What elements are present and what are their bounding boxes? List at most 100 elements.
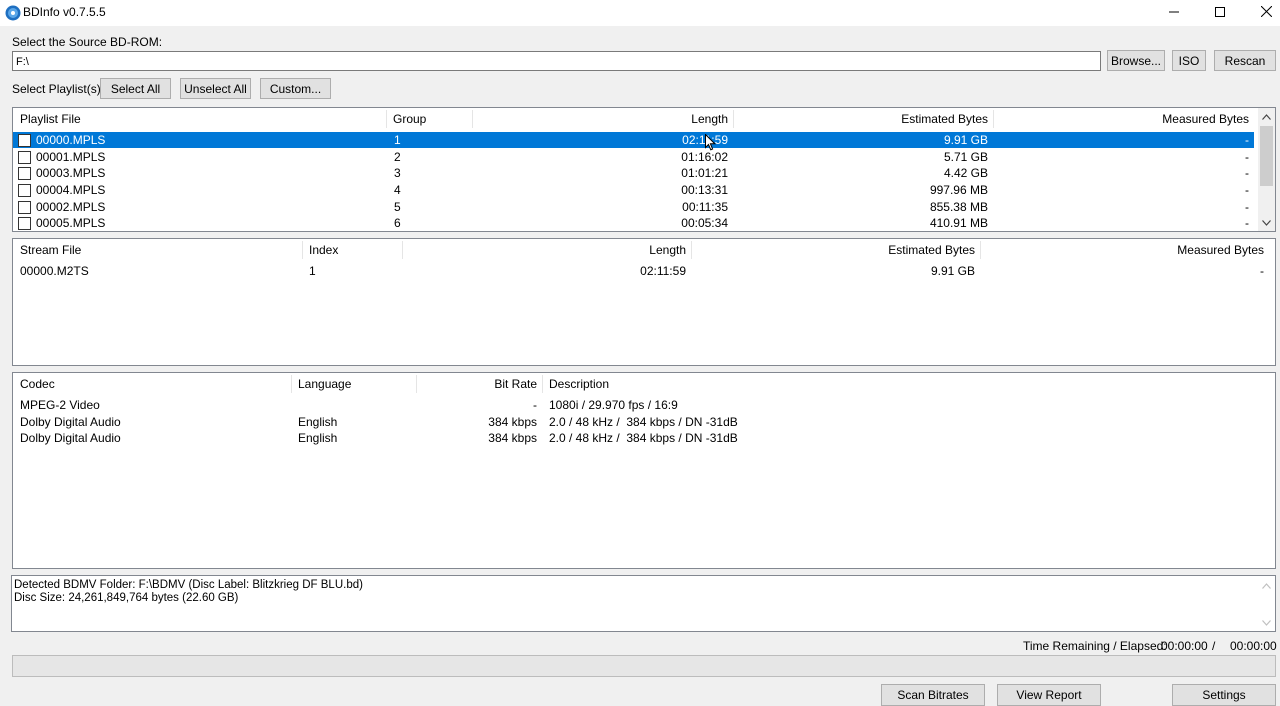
stream-row[interactable]: 00000.M2TS 1 02:11:59 9.91 GB - — [13, 263, 1275, 279]
stream-estimated: 9.91 GB — [930, 264, 975, 278]
col-stream-measured-bytes[interactable]: Measured Bytes — [981, 239, 1264, 261]
codec-description: 2.0 / 48 kHz / 384 kbps / DN -31dB — [549, 415, 738, 429]
log-scroll-down-icon[interactable] — [1258, 614, 1275, 631]
close-icon — [1260, 5, 1272, 20]
codec-row[interactable]: MPEG-2 Video - 1080i / 29.970 fps / 16:9 — [13, 397, 1275, 413]
playlist-file: 00000.MPLS — [36, 133, 106, 147]
view-report-button[interactable]: View Report — [997, 684, 1101, 706]
scan-bitrates-button[interactable]: Scan Bitrates — [881, 684, 985, 706]
col-bit-rate[interactable]: Bit Rate — [417, 373, 537, 395]
select-all-button[interactable]: Select All — [100, 78, 171, 99]
playlist-row[interactable]: 00005.MPLS 6 00:05:34 410.91 MB - — [13, 215, 1254, 231]
codec-row[interactable]: Dolby Digital Audio English 384 kbps 2.0… — [13, 414, 1275, 430]
playlist-estimated: 855.38 MB — [929, 200, 988, 214]
playlist-file: 00001.MPLS — [36, 150, 106, 164]
stream-index: 1 — [309, 264, 316, 278]
codec-name: MPEG-2 Video — [20, 398, 100, 412]
unselect-all-button[interactable]: Unselect All — [180, 78, 251, 99]
col-stream-length[interactable]: Length — [403, 239, 686, 261]
playlist-file: 00005.MPLS — [36, 216, 106, 230]
playlist-row[interactable]: 00003.MPLS 3 01:01:21 4.42 GB - — [13, 165, 1254, 181]
playlist-checkbox[interactable] — [18, 167, 31, 180]
minimize-button[interactable] — [1151, 0, 1197, 26]
codec-row[interactable]: Dolby Digital Audio English 384 kbps 2.0… — [13, 430, 1275, 446]
playlist-row[interactable]: 00002.MPLS 5 00:11:35 855.38 MB - — [13, 199, 1254, 215]
codec-language: English — [298, 431, 338, 445]
close-button[interactable] — [1243, 0, 1280, 26]
log-scroll-up-icon[interactable] — [1258, 577, 1275, 594]
log-line: Disc Size: 24,261,849,764 bytes (22.60 G… — [14, 592, 239, 604]
col-description[interactable]: Description — [549, 373, 609, 395]
playlist-group: 4 — [394, 183, 401, 197]
playlist-measured: - — [1245, 166, 1249, 180]
browse-button[interactable]: Browse... — [1107, 50, 1165, 71]
playlist-estimated: 997.96 MB — [929, 183, 988, 197]
settings-button[interactable]: Settings — [1172, 684, 1276, 706]
playlist-file: 00002.MPLS — [36, 200, 106, 214]
time-separator: / — [1212, 639, 1216, 653]
progress-bar — [12, 655, 1276, 677]
codec-description: 2.0 / 48 kHz / 384 kbps / DN -31dB — [549, 431, 738, 445]
playlist-scrollbar[interactable] — [1258, 108, 1275, 231]
playlist-row[interactable]: 00000.MPLS 1 02:11:59 9.91 GB - — [13, 132, 1254, 148]
time-remaining: 00:00:00 — [1161, 639, 1208, 653]
codec-description: 1080i / 29.970 fps / 16:9 — [549, 398, 678, 412]
codec-bitrate: 384 kbps — [488, 415, 537, 429]
stream-measured: - — [1260, 264, 1264, 278]
playlist-estimated: 9.91 GB — [943, 133, 988, 147]
codec-bitrate: - — [533, 398, 537, 412]
col-measured-bytes[interactable]: Measured Bytes — [994, 108, 1249, 130]
col-codec[interactable]: Codec — [20, 373, 55, 395]
custom-button[interactable]: Custom... — [260, 78, 331, 99]
playlist-group: 2 — [394, 150, 401, 164]
col-index[interactable]: Index — [309, 239, 338, 261]
codec-table[interactable]: Codec Language Bit Rate Description MPEG… — [12, 372, 1276, 569]
playlist-group: 5 — [394, 200, 401, 214]
playlist-measured: - — [1245, 183, 1249, 197]
time-elapsed: 00:00:00 — [1230, 639, 1277, 653]
playlist-length: 01:01:21 — [681, 166, 728, 180]
playlist-measured: - — [1245, 200, 1249, 214]
playlist-checkbox[interactable] — [18, 217, 31, 230]
playlist-table[interactable]: Playlist File Group Length Estimated Byt… — [12, 107, 1276, 232]
log-scrollbar[interactable] — [1258, 576, 1275, 631]
playlist-row[interactable]: 00001.MPLS 2 01:16:02 5.71 GB - — [13, 149, 1254, 165]
col-estimated-bytes[interactable]: Estimated Bytes — [734, 108, 988, 130]
scroll-down-icon[interactable] — [1258, 214, 1275, 231]
col-stream-estimated-bytes[interactable]: Estimated Bytes — [692, 239, 975, 261]
playlist-row[interactable]: 00004.MPLS 4 00:13:31 997.96 MB - — [13, 182, 1254, 198]
codec-name: Dolby Digital Audio — [20, 415, 121, 429]
minimize-icon — [1169, 6, 1179, 20]
codec-name: Dolby Digital Audio — [20, 431, 121, 445]
col-playlist-file[interactable]: Playlist File — [20, 108, 81, 130]
stream-length: 02:11:59 — [640, 264, 686, 278]
playlist-estimated: 410.91 MB — [929, 216, 988, 230]
playlist-checkbox[interactable] — [18, 201, 31, 214]
scroll-up-icon[interactable] — [1258, 108, 1275, 125]
playlist-group: 3 — [394, 166, 401, 180]
source-path-input[interactable]: F:\ — [12, 51, 1101, 71]
title-bar: BDInfo v0.7.5.5 — [0, 0, 1280, 26]
log-line: Detected BDMV Folder: F:\BDMV (Disc Labe… — [14, 579, 363, 591]
stream-file: 00000.M2TS — [20, 264, 89, 278]
playlist-measured: - — [1245, 216, 1249, 230]
playlist-checkbox[interactable] — [18, 184, 31, 197]
iso-button[interactable]: ISO — [1172, 50, 1206, 71]
playlist-checkbox[interactable] — [18, 134, 31, 147]
codec-bitrate: 384 kbps — [488, 431, 537, 445]
scroll-thumb[interactable] — [1260, 126, 1273, 186]
playlist-length: 00:13:31 — [681, 183, 728, 197]
playlist-estimated: 5.71 GB — [943, 150, 988, 164]
window-title: BDInfo v0.7.5.5 — [23, 5, 106, 19]
playlist-file: 00003.MPLS — [36, 166, 106, 180]
source-label: Select the Source BD-ROM: — [12, 35, 163, 49]
playlist-checkbox[interactable] — [18, 151, 31, 164]
col-group[interactable]: Group — [393, 108, 426, 130]
col-language[interactable]: Language — [298, 373, 351, 395]
col-stream-file[interactable]: Stream File — [20, 239, 81, 261]
stream-table[interactable]: Stream File Index Length Estimated Bytes… — [12, 238, 1276, 366]
col-length[interactable]: Length — [473, 108, 728, 130]
rescan-button[interactable]: Rescan — [1214, 50, 1276, 71]
log-textarea[interactable]: Detected BDMV Folder: F:\BDMV (Disc Labe… — [11, 575, 1276, 632]
maximize-button[interactable] — [1197, 0, 1243, 26]
